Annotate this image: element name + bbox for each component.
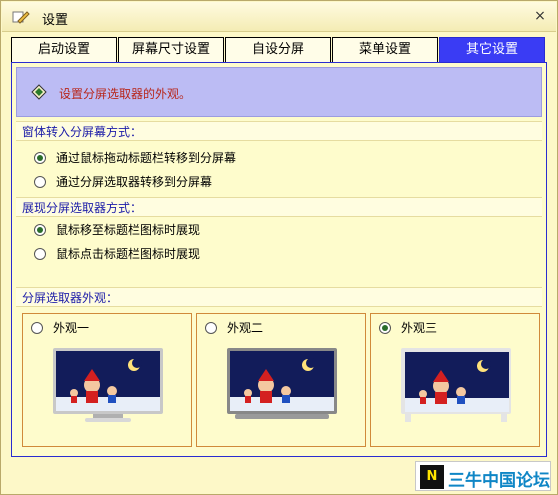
radio-label: 通过分屏选取器转移到分屏幕 [56,175,213,189]
section-appearance-label: 分屏选取器外观： [16,287,542,307]
monitor-preview [227,348,337,414]
close-button[interactable]: × [532,8,548,24]
appearance-option-3[interactable]: 外观三 [370,313,540,447]
radio-button[interactable] [34,248,46,260]
radio-show-click-icon[interactable]: 鼠标点击标题栏图标时展现 [34,245,200,263]
radio-move-via-selector[interactable]: 通过分屏选取器转移到分屏幕 [34,173,212,191]
monitor-base [85,418,131,422]
radio-button[interactable] [34,224,46,236]
radio-label: 通过鼠标拖动标题栏转移到分屏幕 [56,151,237,165]
settings-window: 设置 × 启动设置 屏幕尺寸设置 自设分屏 菜单设置 其它设置 设置分屏选取器的… [0,0,558,495]
radio-label: 鼠标移至标题栏图标时展现 [56,223,201,237]
footer: N 三牛中国论坛 [1,458,557,494]
tab-content: 设置分屏选取器的外观。 窗体转入分屏幕方式： 通过鼠标拖动标题栏转移到分屏幕 通… [11,62,547,457]
tab-other[interactable]: 其它设置 [439,37,545,63]
section-move-label: 窗体转入分屏幕方式： [16,121,542,141]
tab-bar: 启动设置 屏幕尺寸设置 自设分屏 菜单设置 其它设置 [11,37,547,63]
radio-label: 鼠标点击标题栏图标时展现 [56,247,201,261]
tab-screen-size[interactable]: 屏幕尺寸设置 [118,37,224,63]
appearance-option-1-radio[interactable]: 外观一 [31,320,89,336]
pencil-settings-icon [12,11,30,24]
appearance-preview-3 [401,348,511,424]
appearance-option-2[interactable]: 外观二 [196,313,366,447]
info-diamond-icon [31,84,47,100]
monitor-leg-right [501,414,507,422]
radio-button[interactable] [34,176,46,188]
laptop-base [235,414,329,419]
monitor-preview [53,348,163,414]
window-title: 设置 [42,13,69,28]
title-bar[interactable]: 设置 × [2,2,556,32]
radio-button[interactable] [34,152,46,164]
appearance-option-1[interactable]: 外观一 [22,313,192,447]
tab-startup[interactable]: 启动设置 [11,37,117,63]
appearance-option-2-radio[interactable]: 外观二 [205,320,263,336]
description-text: 设置分屏选取器的外观。 [59,87,192,101]
appearance-option-3-radio[interactable]: 外观三 [379,320,437,336]
monitor-leg-left [405,414,411,422]
description-band: 设置分屏选取器的外观。 [16,67,542,117]
appearance-preview-2 [227,348,337,424]
monitor-preview [401,348,511,414]
radio-label: 外观三 [401,321,438,335]
radio-button[interactable] [31,322,43,334]
radio-button[interactable] [379,322,391,334]
site-logo: N 三牛中国论坛 [415,461,551,491]
section-show-label: 展现分屏选取器方式： [16,197,542,217]
christmas-wallpaper-image [56,351,160,411]
radio-label: 外观一 [53,321,90,335]
radio-button[interactable] [205,322,217,334]
radio-show-hover-icon[interactable]: 鼠标移至标题栏图标时展现 [34,221,200,239]
christmas-wallpaper-image [230,351,334,411]
tab-custom-split[interactable]: 自设分屏 [225,37,331,63]
logo-mark: N [420,465,444,489]
tab-menu[interactable]: 菜单设置 [332,37,438,63]
christmas-wallpaper-image [405,352,509,412]
logo-text: 三牛中国论坛 [448,471,550,491]
radio-move-drag-titlebar[interactable]: 通过鼠标拖动标题栏转移到分屏幕 [34,149,236,167]
appearance-preview-1 [53,348,163,424]
radio-label: 外观二 [227,321,264,335]
